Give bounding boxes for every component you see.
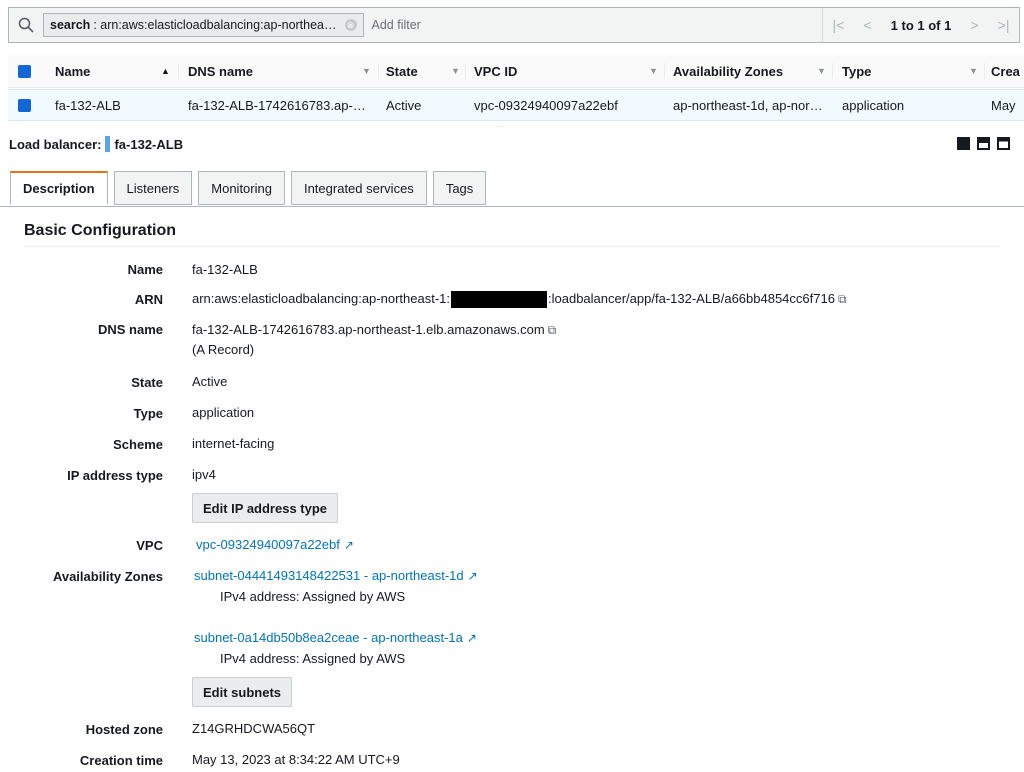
state-value: Active (192, 374, 228, 389)
prev-page-icon[interactable]: < (863, 17, 871, 33)
hosted-zone-label: Hosted zone (85, 722, 163, 737)
table-header: Name ▲ DNS name ▼ State ▼ VPC ID ▼ Avail… (8, 55, 1024, 88)
row-dns-name: fa-132-ALB-1742616783.ap-… (188, 97, 366, 113)
tab-tags[interactable]: Tags (432, 171, 487, 205)
layout-split-icon[interactable] (977, 137, 990, 150)
sort-icon[interactable]: ▼ (817, 55, 826, 87)
subnet-1: subnet-04441493148422531 - ap-northeast-… (194, 568, 478, 583)
dns-label: DNS name (97, 322, 163, 337)
tab-monitoring[interactable]: Monitoring (198, 171, 285, 205)
tab-description[interactable]: Description (10, 171, 108, 205)
column-creation[interactable]: Crea (991, 55, 1020, 87)
sort-icon[interactable]: ▼ (451, 55, 460, 87)
detail-title: Load balancer: fa-132-ALB (9, 136, 183, 152)
detail-title-label: Load balancer: (9, 136, 102, 152)
row-vpc-id: vpc-09324940097a22ebf (474, 97, 618, 113)
subnet-1-link[interactable]: subnet-04441493148422531 - ap-northeast-… (194, 568, 464, 583)
creation-time-value: May 13, 2023 at 8:34:22 AM UTC+9 (192, 752, 400, 767)
vpc-value: vpc-09324940097a22ebf ↗ (196, 537, 354, 552)
pagination: |< < 1 to 1 of 1 > >| (822, 8, 1019, 42)
subnet-2-link[interactable]: subnet-0a14db50b8ea2ceae - ap-northeast-… (194, 630, 463, 645)
edit-subnets-button[interactable]: Edit subnets (192, 677, 293, 707)
filter-token-value: : arn:aws:elasticloadbalancing:ap-northe… (93, 18, 337, 32)
availability-zones-label: Availability Zones (52, 569, 163, 584)
row-creation: May (991, 97, 1016, 113)
search-icon[interactable] (9, 8, 43, 42)
section-divider (24, 246, 1000, 247)
arn-prefix: arn:aws:elasticloadbalancing:ap-northeas… (192, 291, 450, 306)
tab-integrated-services[interactable]: Integrated services (290, 171, 427, 205)
subnet-2-ip: IPv4 address: Assigned by AWS (220, 651, 406, 666)
filter-bar: search : arn:aws:elasticloadbalancing:ap… (8, 7, 1020, 43)
section-title: Basic Configuration (24, 222, 177, 239)
dns-text: fa-132-ALB-1742616783.ap-northeast-1.elb… (192, 322, 545, 337)
detail-title-name: fa-132-ALB (114, 136, 184, 152)
sort-asc-icon[interactable]: ▲ (161, 55, 170, 87)
copy-icon[interactable]: ⧉ (548, 323, 557, 338)
arn-suffix: :loadbalancer/app/fa-132-ALB/a66bb4854cc… (548, 291, 835, 306)
first-page-icon[interactable]: |< (833, 17, 845, 33)
last-page-icon[interactable]: >| (998, 17, 1010, 33)
ip-type-value: ipv4 (192, 467, 216, 482)
column-name[interactable]: Name (55, 55, 90, 87)
column-dns-name[interactable]: DNS name (188, 55, 253, 87)
column-vpc-id[interactable]: VPC ID (474, 55, 517, 87)
scheme-value: internet-facing (192, 436, 275, 451)
creation-time-label: Creation time (79, 753, 163, 768)
detail-tabs: Description Listeners Monitoring Integra… (10, 171, 492, 207)
scheme-label: Scheme (113, 437, 163, 452)
row-availability-zones: ap-northeast-1d, ap-nor… (673, 97, 823, 113)
ip-type-label: IP address type (67, 468, 163, 483)
clear-token-icon[interactable]: ⊗ (344, 19, 357, 31)
arn-label: ARN (134, 292, 163, 307)
color-marker (105, 136, 111, 152)
row-type: application (842, 97, 905, 113)
name-value: fa-132-ALB (192, 262, 258, 277)
filter-token[interactable]: search : arn:aws:elasticloadbalancing:ap… (43, 13, 364, 37)
resize-handle-icon[interactable]: ⋯ (496, 122, 505, 131)
hosted-zone-value: Z14GRHDCWA56QT (192, 721, 316, 736)
table-row[interactable]: fa-132-ALB fa-132-ALB-1742616783.ap-… Ac… (8, 89, 1024, 121)
layout-toggle (957, 137, 1010, 150)
tab-listeners[interactable]: Listeners (113, 171, 193, 205)
column-availability-zones[interactable]: Availability Zones (673, 55, 783, 87)
sort-icon[interactable]: ▼ (649, 55, 658, 87)
redacted-account-id (451, 291, 547, 309)
layout-top-icon[interactable] (997, 137, 1010, 150)
sort-icon[interactable]: ▼ (362, 55, 371, 87)
name-label: Name (127, 262, 163, 277)
edit-ip-address-type-button[interactable]: Edit IP address type (192, 493, 339, 523)
page-count: 1 to 1 of 1 (890, 17, 952, 33)
vpc-label: VPC (136, 538, 163, 553)
type-label: Type (133, 406, 163, 421)
external-link-icon[interactable]: ↗ (467, 631, 477, 645)
copy-icon[interactable]: ⧉ (838, 292, 847, 307)
row-name: fa-132-ALB (55, 97, 121, 113)
external-link-icon[interactable]: ↗ (344, 538, 354, 552)
column-type[interactable]: Type (842, 55, 871, 87)
filter-token-key: search (50, 18, 91, 32)
dns-value: fa-132-ALB-1742616783.ap-northeast-1.elb… (192, 322, 556, 338)
dns-record: (A Record) (192, 342, 255, 357)
layout-full-icon[interactable] (957, 137, 970, 150)
sort-icon[interactable]: ▼ (969, 55, 978, 87)
type-value: application (192, 405, 255, 420)
state-label: State (131, 375, 163, 390)
row-state: Active (386, 97, 422, 113)
external-link-icon[interactable]: ↗ (468, 569, 478, 583)
row-checkbox[interactable] (18, 90, 31, 120)
arn-value: arn:aws:elasticloadbalancing:ap-northeas… (192, 291, 847, 309)
subnet-2: subnet-0a14db50b8ea2ceae - ap-northeast-… (194, 630, 477, 645)
column-state[interactable]: State (386, 55, 418, 87)
subnet-1-ip: IPv4 address: Assigned by AWS (220, 589, 406, 604)
select-all-checkbox[interactable] (18, 55, 31, 87)
next-page-icon[interactable]: > (970, 17, 978, 33)
vpc-link[interactable]: vpc-09324940097a22ebf (196, 537, 340, 552)
